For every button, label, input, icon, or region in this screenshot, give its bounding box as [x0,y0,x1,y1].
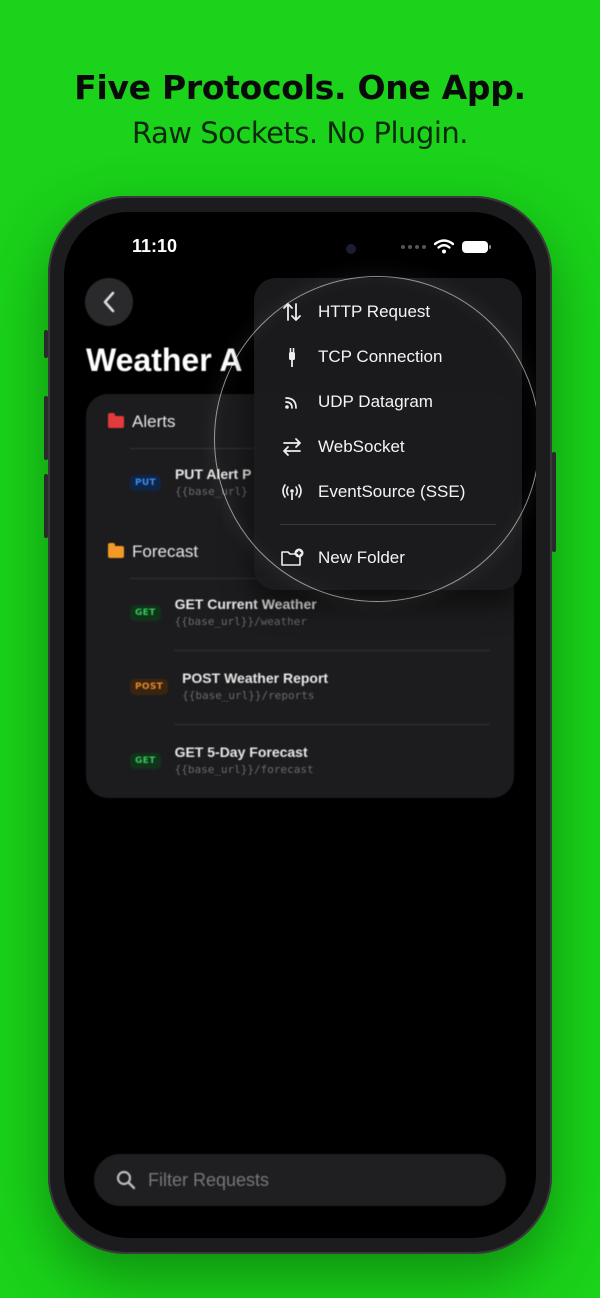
folder-plus-icon [280,546,304,570]
filter-search-bar[interactable]: Filter Requests [94,1154,506,1206]
menu-item-udp-datagram[interactable]: UDP Datagram [280,390,433,414]
status-icons [401,239,491,254]
phone-screen: Weather A Alerts PUT PUT Alert P {{base_… [64,212,536,1238]
folder-label: Alerts [132,412,176,431]
request-url: {{base_url}}/weather [174,615,308,628]
menu-item-tcp-connection[interactable]: TCP Connection [280,345,442,369]
menu-item-label: UDP Datagram [318,392,433,411]
method-badge: PUT [130,475,161,491]
page-title: Weather A [86,342,243,378]
volume-down-button [44,474,48,538]
request-name: POST Weather Report [182,670,329,686]
menu-item-http-request[interactable]: HTTP Request [280,300,430,324]
status-time: 11:10 [132,236,178,256]
chevron-left-icon [103,291,115,313]
request-name: PUT Alert P [174,466,252,482]
new-item-menu: HTTP Request TCP Connection UDP Datagram… [254,278,522,590]
antenna-icon [280,480,304,504]
request-name: GET 5-Day Forecast [174,744,308,760]
folder-forecast[interactable]: Forecast [108,542,198,562]
back-button[interactable] [85,278,133,326]
promo-headline: Five Protocols. One App. [74,68,526,107]
folder-icon [108,413,124,428]
divider [174,724,490,725]
request-row[interactable]: POST POST Weather Report {{base_url}}/re… [130,670,328,702]
request-url: {{base_url}}/forecast [174,763,314,776]
menu-item-new-folder[interactable]: New Folder [280,546,405,570]
folder-alerts[interactable]: Alerts [108,412,175,432]
arrows-left-right-icon [280,435,304,459]
battery-icon [462,240,491,253]
menu-item-label: New Folder [318,548,405,567]
request-name: GET Current Weather [174,596,317,612]
arrows-up-down-icon [280,300,304,324]
folder-icon [108,543,124,558]
search-icon [116,1170,136,1190]
volume-up-button [44,396,48,460]
search-placeholder: Filter Requests [148,1169,270,1190]
method-badge: GET [130,605,161,621]
menu-item-label: WebSocket [318,437,405,456]
request-url: {{base_url} [174,485,248,498]
plug-icon [280,345,304,369]
request-row[interactable]: PUT PUT Alert P {{base_url} [130,466,251,498]
power-button [552,452,556,552]
menu-item-label: HTTP Request [318,302,431,321]
action-button [44,330,48,358]
camera-dot [346,244,356,254]
promo-subline: Raw Sockets. No Plugin. [132,116,468,150]
dynamic-island [238,230,362,266]
signal-icon [401,244,426,249]
folder-label: Forecast [132,542,199,561]
request-row[interactable]: GET GET Current Weather {{base_url}}/wea… [130,596,317,628]
method-badge: POST [130,679,169,695]
request-url: {{base_url}}/reports [182,689,315,702]
request-row[interactable]: GET GET 5-Day Forecast {{base_url}}/fore… [130,744,314,776]
menu-item-label: EventSource (SSE) [318,482,466,501]
menu-divider [280,524,496,525]
divider [174,650,490,651]
rss-icon [280,390,304,414]
wifi-icon [434,239,454,254]
method-badge: GET [130,753,161,769]
menu-item-eventsource[interactable]: EventSource (SSE) [280,480,465,504]
menu-item-websocket[interactable]: WebSocket [280,435,405,459]
menu-item-label: TCP Connection [318,347,443,366]
